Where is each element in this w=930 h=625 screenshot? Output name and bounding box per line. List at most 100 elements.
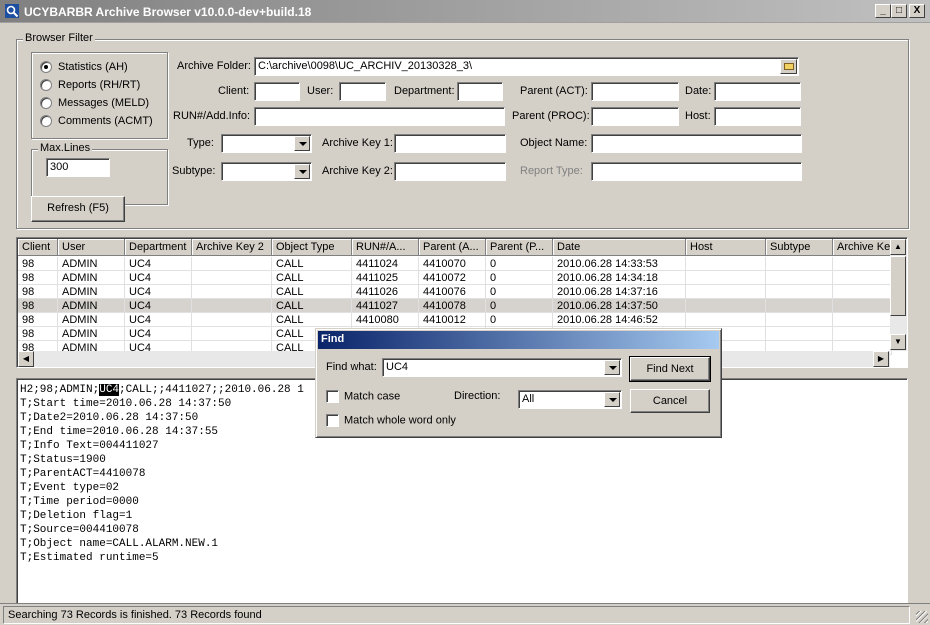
radio-button[interactable] xyxy=(40,115,52,128)
table-cell: UC4 xyxy=(125,327,192,341)
parent-act-input[interactable] xyxy=(591,82,679,101)
host-input[interactable] xyxy=(714,107,801,126)
chevron-down-icon[interactable] xyxy=(604,392,620,407)
folder-browse-icon[interactable] xyxy=(780,59,797,74)
report-type-input[interactable] xyxy=(591,162,802,181)
scroll-up-icon[interactable]: ▲ xyxy=(890,239,906,255)
object-name-input[interactable] xyxy=(591,134,802,153)
close-button[interactable]: X xyxy=(909,4,925,18)
checkbox-box[interactable] xyxy=(326,390,339,403)
archive-folder-field[interactable]: C:\archive\0098\UC_ARCHIV_20130328_3\ xyxy=(254,57,799,76)
chevron-down-icon[interactable] xyxy=(294,136,310,151)
radio-button-checked[interactable] xyxy=(40,61,52,74)
match-case-checkbox[interactable]: Match case xyxy=(326,390,400,403)
table-cell: UC4 xyxy=(125,285,192,299)
user-input[interactable] xyxy=(339,82,386,101)
table-row[interactable]: 98 ADMIN UC4 CALL 4411024 4410070 0 2010.06.28 … xyxy=(18,257,892,271)
status-bar: Searching 73 Records is finished. 73 Rec… xyxy=(0,603,930,625)
column-header[interactable]: Archive Key 2 xyxy=(192,239,272,256)
column-header[interactable]: Object Type xyxy=(272,239,352,256)
parent-proc-input[interactable] xyxy=(591,107,679,126)
detail-line: T;Deletion flag=1 xyxy=(20,510,133,522)
table-cell: 98 xyxy=(18,257,58,271)
table-row[interactable]: 98 ADMIN UC4 CALL 4411027 4410078 0 2010.06.28 … xyxy=(18,299,892,313)
resize-grip-icon[interactable] xyxy=(916,611,928,623)
chevron-down-icon[interactable] xyxy=(294,164,310,179)
subtype-select[interactable] xyxy=(221,162,312,181)
archive-folder-label: Archive Folder: xyxy=(177,60,251,72)
column-header[interactable]: User xyxy=(58,239,125,256)
table-cell xyxy=(833,313,892,327)
table-cell xyxy=(766,313,833,327)
table-cell: 98 xyxy=(18,271,58,285)
scroll-down-icon[interactable]: ▼ xyxy=(890,334,906,350)
detail-text: H2;98;ADMIN; xyxy=(20,384,100,396)
run-add-info-input[interactable] xyxy=(254,107,505,126)
find-what-combo[interactable]: UC4 xyxy=(382,358,622,377)
table-cell: 4410012 xyxy=(419,313,486,327)
column-header[interactable]: Parent (P... xyxy=(486,239,553,256)
radio-button[interactable] xyxy=(40,79,52,92)
table-cell: ADMIN xyxy=(58,299,125,313)
column-header[interactable]: Date xyxy=(553,239,686,256)
scroll-left-icon[interactable]: ◀ xyxy=(18,351,34,367)
table-cell: 2010.06.28 14:37:16 xyxy=(553,285,686,299)
client-input[interactable] xyxy=(254,82,300,101)
column-header[interactable]: Client xyxy=(18,239,58,256)
whole-word-checkbox[interactable]: Match whole word only xyxy=(326,414,456,427)
type-select[interactable] xyxy=(221,134,312,153)
radio-button[interactable] xyxy=(40,97,52,110)
table-row[interactable]: 98 ADMIN UC4 CALL 4410080 4410012 0 2010.06.28 … xyxy=(18,313,892,327)
column-header[interactable]: Subtype xyxy=(766,239,833,256)
detail-line: T;Time period=0000 xyxy=(20,496,139,508)
scroll-right-icon[interactable]: ▶ xyxy=(873,351,889,367)
direction-select[interactable]: All xyxy=(518,390,622,409)
table-row[interactable]: 98 ADMIN UC4 CALL 4411026 4410076 0 2010.06.28 … xyxy=(18,285,892,299)
scroll-thumb[interactable] xyxy=(890,256,906,316)
column-header[interactable]: Host xyxy=(686,239,766,256)
detail-line: T;Source=004410078 xyxy=(20,524,139,536)
radio-messages[interactable]: Messages (MELD) xyxy=(40,97,149,111)
table-cell: 98 xyxy=(18,285,58,299)
chevron-down-icon[interactable] xyxy=(604,360,620,375)
department-input[interactable] xyxy=(457,82,503,101)
checkbox-box[interactable] xyxy=(326,414,339,427)
radio-reports[interactable]: Reports (RH/RT) xyxy=(40,79,140,93)
type-label: Type: xyxy=(187,137,214,149)
cancel-button[interactable]: Cancel xyxy=(630,389,710,413)
archive-key1-input[interactable] xyxy=(394,134,506,153)
table-cell xyxy=(192,327,272,341)
detail-line: T;Event type=02 xyxy=(20,482,120,494)
radio-messages-label: Messages (MELD) xyxy=(58,97,150,109)
table-cell xyxy=(686,313,766,327)
archive-key2-input[interactable] xyxy=(394,162,506,181)
radio-comments-label: Comments (ACMT) xyxy=(58,115,153,127)
radio-comments[interactable]: Comments (ACMT) xyxy=(40,115,153,129)
minimize-button[interactable]: _ xyxy=(875,4,891,18)
maximize-button[interactable]: □ xyxy=(891,4,907,18)
archive-key1-label: Archive Key 1: xyxy=(322,137,393,149)
match-case-label: Match case xyxy=(344,390,401,403)
table-cell xyxy=(192,257,272,271)
column-header[interactable]: Department xyxy=(125,239,192,256)
max-lines-input[interactable]: 300 xyxy=(46,158,110,177)
table-cell xyxy=(686,299,766,313)
refresh-button[interactable]: Refresh (F5) xyxy=(31,196,125,222)
table-cell: ADMIN xyxy=(58,285,125,299)
find-next-button[interactable]: Find Next xyxy=(629,356,711,382)
radio-statistics[interactable]: Statistics (AH) xyxy=(40,61,128,75)
app-icon xyxy=(5,4,19,18)
table-cell: 0 xyxy=(486,271,553,285)
table-cell: 2010.06.28 14:37:50 xyxy=(553,299,686,313)
radio-statistics-label: Statistics (AH) xyxy=(58,61,128,73)
column-header[interactable]: RUN#/A... xyxy=(352,239,419,256)
column-header[interactable]: Parent (A... xyxy=(419,239,486,256)
table-row[interactable]: 98 ADMIN UC4 CALL 4411025 4410072 0 2010.06.28 … xyxy=(18,271,892,285)
table-cell xyxy=(686,271,766,285)
vertical-scrollbar[interactable]: ▲ ▼ xyxy=(890,239,907,351)
table-cell: UC4 xyxy=(125,271,192,285)
find-what-label: Find what: xyxy=(326,361,377,373)
column-header[interactable]: Archive Ke xyxy=(833,239,892,256)
table-cell xyxy=(766,327,833,341)
date-input[interactable] xyxy=(714,82,801,101)
